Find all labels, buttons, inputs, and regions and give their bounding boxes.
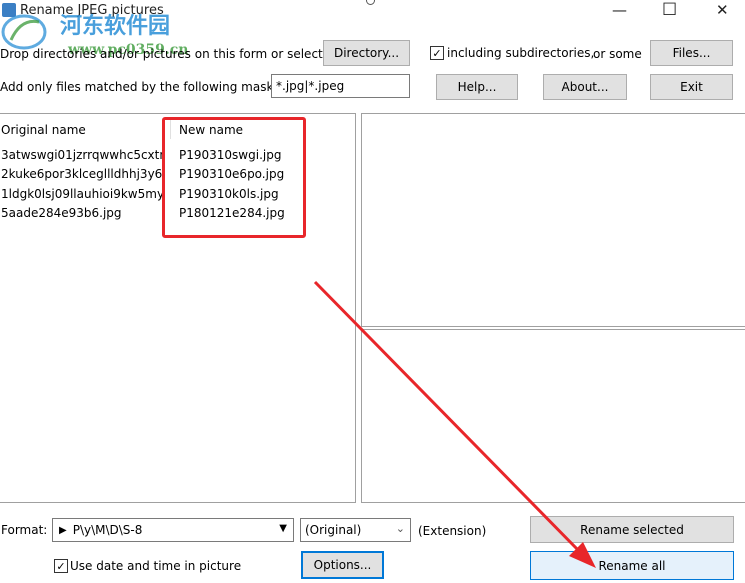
annotation-arrow <box>313 280 596 568</box>
